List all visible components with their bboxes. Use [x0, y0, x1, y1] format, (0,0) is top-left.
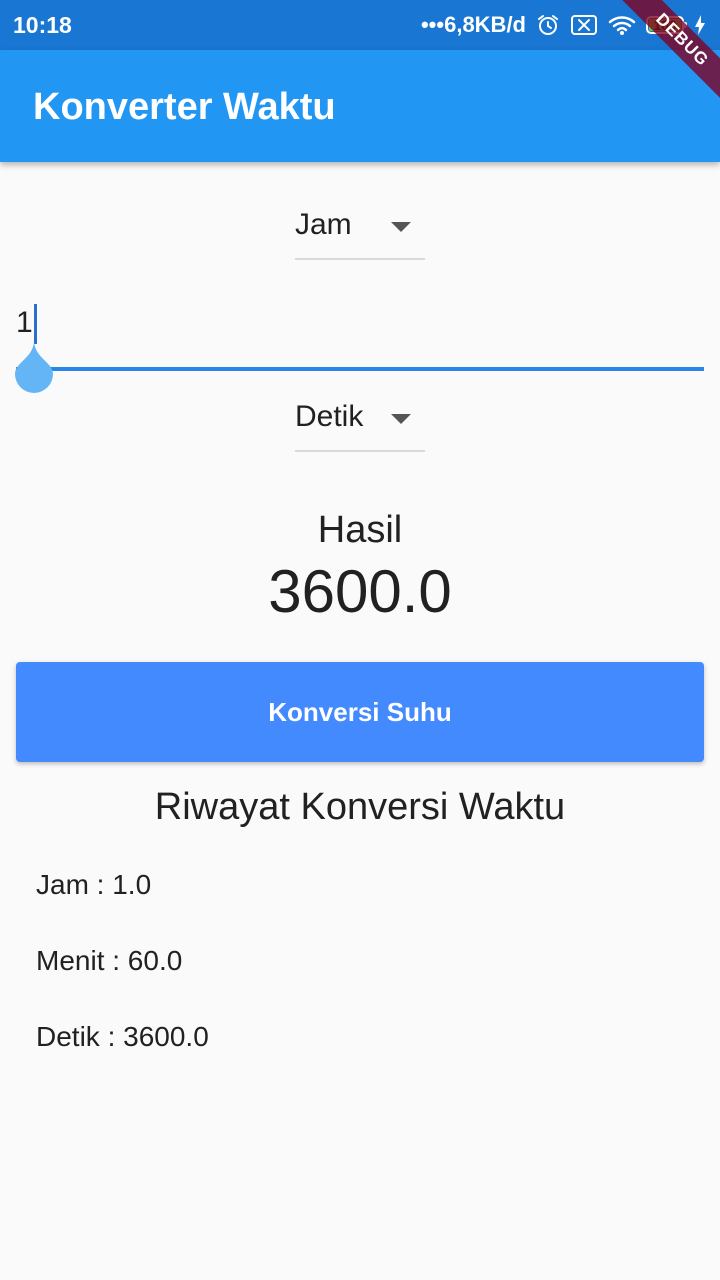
- result-value: 3600.0: [268, 558, 452, 625]
- history-title: Riwayat Konversi Waktu: [154, 786, 566, 828]
- to-unit-selected: Detik: [295, 400, 364, 433]
- alarm-icon: [538, 15, 558, 35]
- value-input[interactable]: 1: [16, 306, 33, 340]
- history-item: Jam : 1.0: [36, 869, 152, 900]
- network-speed: •••6,8KB/d: [420, 12, 526, 37]
- result-label: Hasil: [317, 509, 403, 551]
- history-item: Menit : 60.0: [36, 945, 183, 976]
- convert-button[interactable]: Konversi Suhu: [16, 662, 704, 762]
- input-underline: [16, 367, 704, 371]
- status-time: 10:18: [13, 12, 72, 38]
- to-unit-dropdown[interactable]: Detik: [295, 390, 425, 452]
- wifi-icon: [608, 16, 636, 35]
- dropdown-arrow-icon: [391, 414, 411, 424]
- text-selection-handle[interactable]: [11, 340, 57, 394]
- from-unit-dropdown[interactable]: Jam: [295, 198, 425, 260]
- app-bar: Konverter Waktu: [0, 50, 720, 162]
- dropdown-arrow-icon: [391, 222, 411, 232]
- charging-icon: [695, 15, 705, 35]
- no-sim-icon: [571, 15, 597, 35]
- from-unit-selected: Jam: [295, 208, 352, 241]
- status-bar: 10:18 •••6,8KB/d 100: [0, 0, 720, 50]
- page-title: Konverter Waktu: [33, 86, 336, 128]
- history-item: Detik : 3600.0: [36, 1021, 209, 1052]
- text-cursor: [34, 304, 37, 344]
